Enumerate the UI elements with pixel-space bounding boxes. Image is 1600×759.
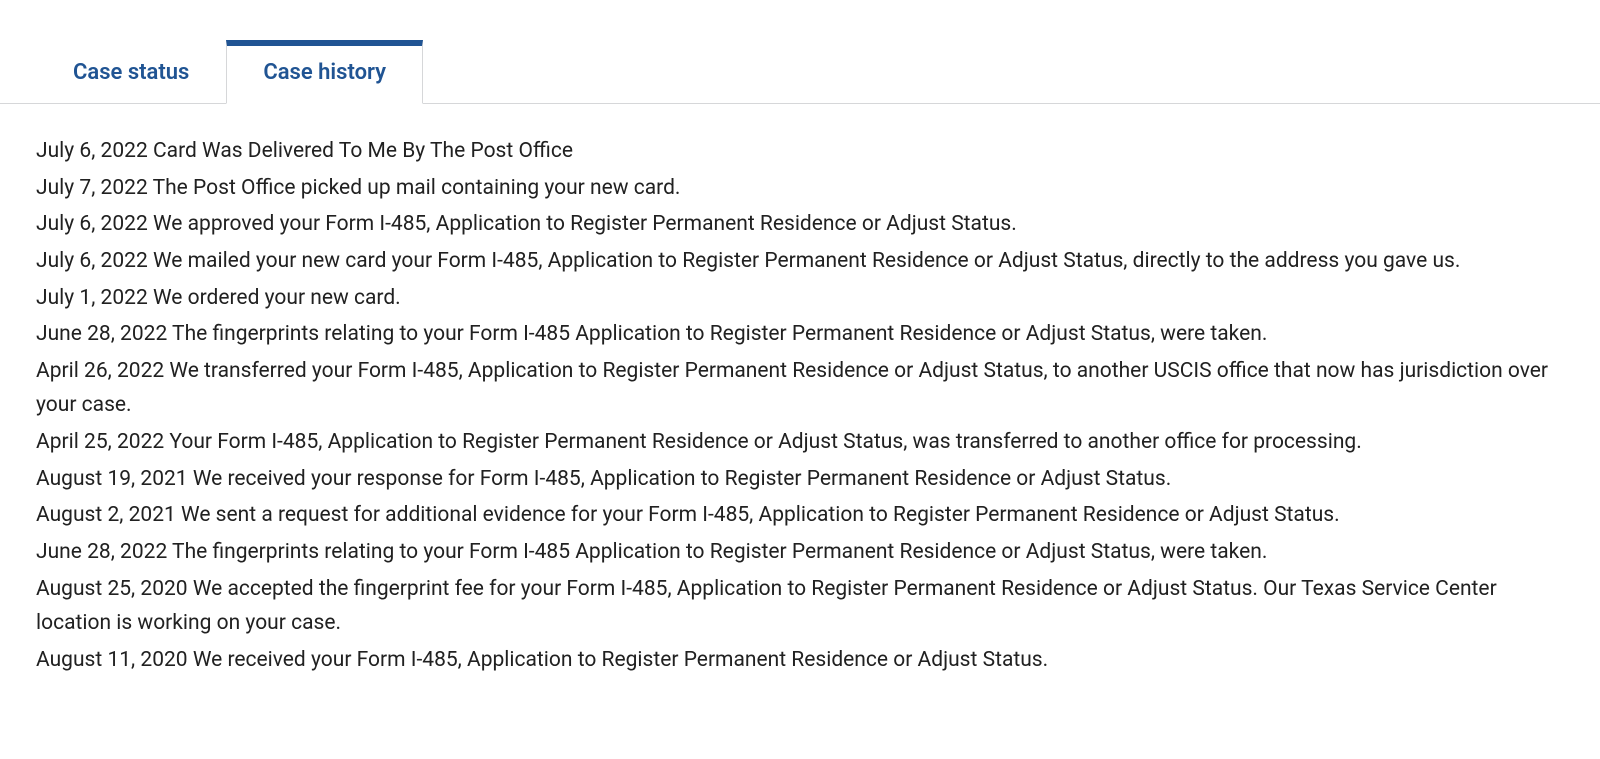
history-entry: July 6, 2022 Card Was Delivered To Me By… <box>36 134 1564 169</box>
history-entry: August 19, 2021 We received your respons… <box>36 462 1564 497</box>
history-entry: April 25, 2022 Your Form I-485, Applicat… <box>36 425 1564 460</box>
history-entry: August 11, 2020 We received your Form I-… <box>36 643 1564 678</box>
history-entry: June 28, 2022 The fingerprints relating … <box>36 317 1564 352</box>
history-entry: August 2, 2021 We sent a request for add… <box>36 498 1564 533</box>
history-entry: July 6, 2022 We approved your Form I-485… <box>36 207 1564 242</box>
tab-case-history[interactable]: Case history <box>226 40 423 104</box>
history-entry: July 1, 2022 We ordered your new card. <box>36 281 1564 316</box>
history-entry: April 26, 2022 We transferred your Form … <box>36 354 1564 423</box>
history-entry: July 7, 2022 The Post Office picked up m… <box>36 171 1564 206</box>
case-history-content: July 6, 2022 Card Was Delivered To Me By… <box>0 104 1600 710</box>
tab-case-status[interactable]: Case status <box>36 41 226 103</box>
history-entry: August 25, 2020 We accepted the fingerpr… <box>36 572 1564 641</box>
tabs-container: Case status Case history <box>0 0 1600 104</box>
history-entry: June 28, 2022 The fingerprints relating … <box>36 535 1564 570</box>
history-entry: July 6, 2022 We mailed your new card you… <box>36 244 1564 279</box>
